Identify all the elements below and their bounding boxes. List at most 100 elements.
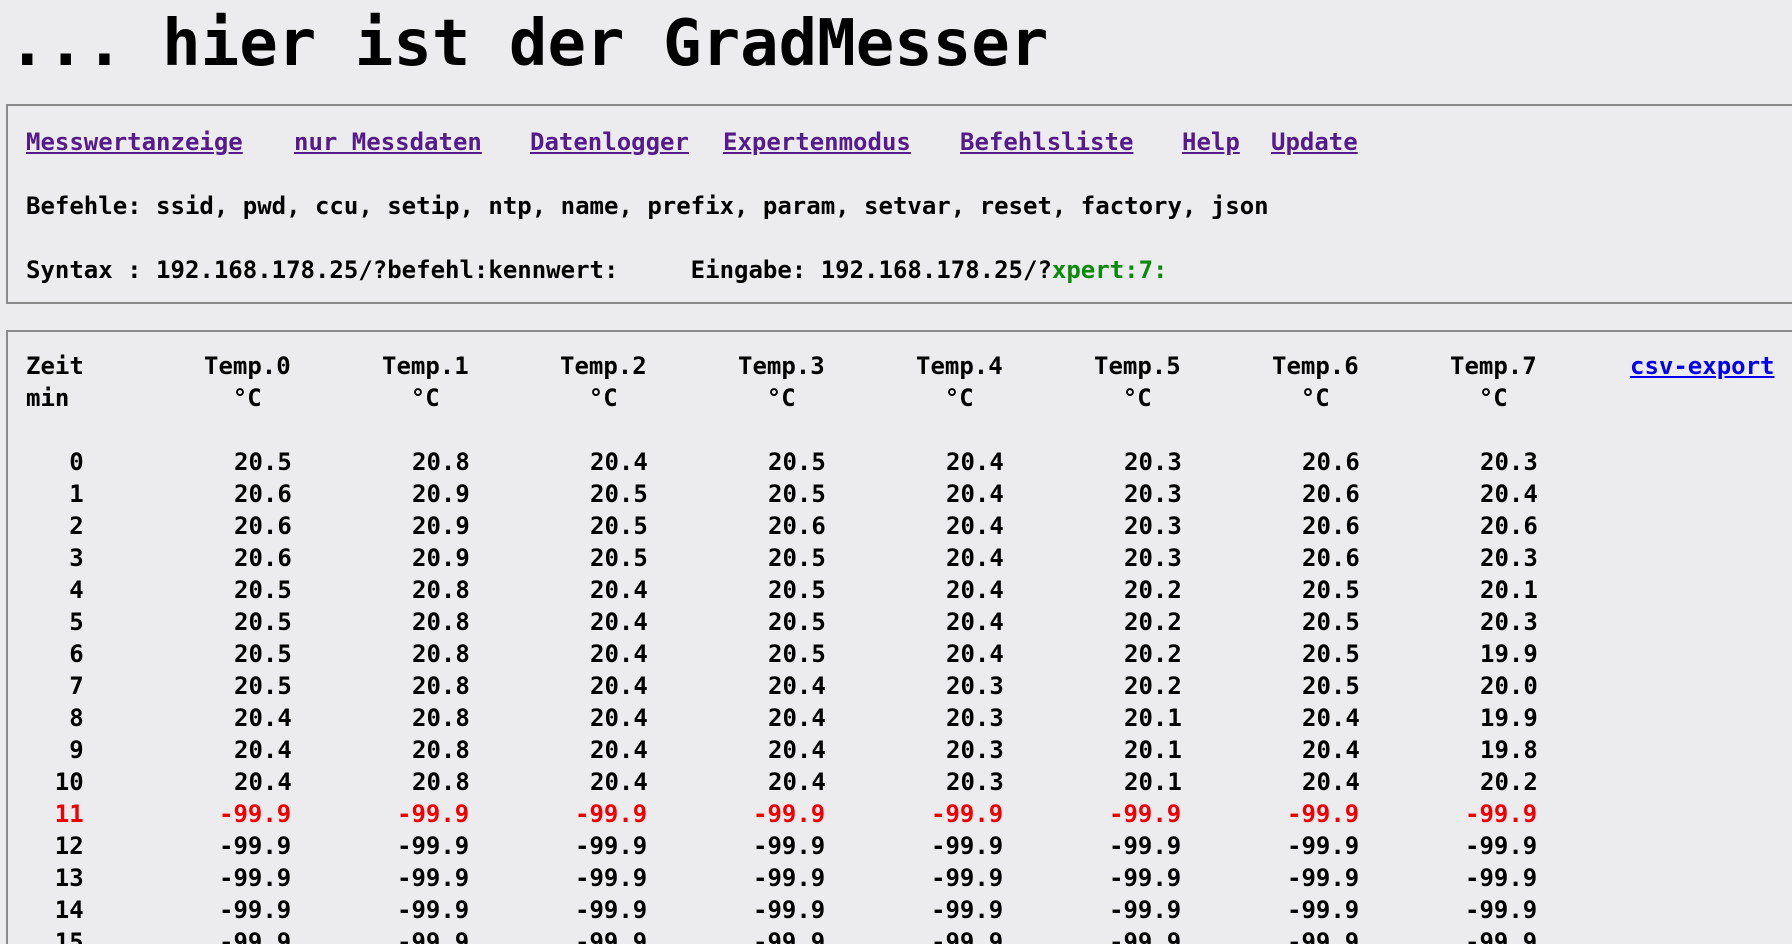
cell-temp-5: -99.9 xyxy=(1109,864,1182,892)
cell-temp-7: 19.9 xyxy=(1480,704,1538,732)
cell-temp-4: 20.3 xyxy=(946,736,1004,764)
cell-temp-2: 20.4 xyxy=(590,672,648,700)
cell-temp-2: -99.9 xyxy=(575,896,648,924)
cell-temp-7: -99.9 xyxy=(1465,832,1538,860)
cell-temp-7: 19.8 xyxy=(1480,736,1538,764)
cell-temp-1: -99.9 xyxy=(397,928,470,944)
cell-temp-4: -99.9 xyxy=(931,800,1004,828)
cell-temp-6: -99.9 xyxy=(1287,896,1360,924)
cell-zeit: 4 xyxy=(69,576,84,604)
cell-temp-6: 20.4 xyxy=(1302,736,1360,764)
cell-temp-0: -99.9 xyxy=(219,800,292,828)
cell-temp-7: -99.9 xyxy=(1465,928,1538,944)
cell-zeit: 5 xyxy=(69,608,84,636)
commands-line: Befehle: ssid, pwd, ccu, setip, ntp, nam… xyxy=(26,192,1269,220)
column-header-temp-7: Temp.7 xyxy=(1450,352,1537,380)
cell-temp-7: 20.3 xyxy=(1480,544,1538,572)
nav-link-help[interactable]: Help xyxy=(1182,126,1240,158)
cell-temp-1: 20.8 xyxy=(412,608,470,636)
column-header-zeit: Zeit xyxy=(26,352,84,380)
cell-temp-3: -99.9 xyxy=(753,864,826,892)
cell-temp-0: 20.5 xyxy=(234,672,292,700)
cell-temp-0: -99.9 xyxy=(219,896,292,924)
cell-temp-2: 20.5 xyxy=(590,512,648,540)
cell-temp-1: 20.8 xyxy=(412,448,470,476)
csv-export-link[interactable]: csv-export xyxy=(1630,350,1775,382)
command-panel: Messwertanzeige nur Messdaten Datenlogge… xyxy=(6,104,1792,304)
cell-temp-2: 20.4 xyxy=(590,768,648,796)
cell-temp-1: -99.9 xyxy=(397,864,470,892)
column-unit: °C xyxy=(588,384,618,412)
cell-temp-0: 20.5 xyxy=(234,640,292,668)
cell-zeit: 15 xyxy=(54,928,84,944)
cell-zeit: 11 xyxy=(54,800,84,828)
cell-temp-3: 20.5 xyxy=(768,640,826,668)
cell-temp-7: 20.0 xyxy=(1480,672,1538,700)
cell-temp-6: 20.6 xyxy=(1302,512,1360,540)
data-table: Zeit min Temp.0 °C Temp.1 °C Temp.2 °C Temp.3 °C T… xyxy=(6,330,1792,944)
cell-temp-5: 20.3 xyxy=(1124,544,1182,572)
cell-temp-4: -99.9 xyxy=(931,896,1004,924)
column-header-temp-0: Temp.0 xyxy=(204,352,291,380)
nav-link-update[interactable]: Update xyxy=(1271,126,1358,158)
cell-temp-5: -99.9 xyxy=(1109,928,1182,944)
cell-temp-3: 20.4 xyxy=(768,736,826,764)
cell-temp-0: 20.4 xyxy=(234,736,292,764)
cell-temp-4: 20.3 xyxy=(946,704,1004,732)
cell-zeit: 2 xyxy=(69,512,84,540)
column-header-temp-3: Temp.3 xyxy=(738,352,825,380)
cell-temp-5: 20.2 xyxy=(1124,608,1182,636)
cell-temp-4: 20.4 xyxy=(946,576,1004,604)
cell-zeit: 14 xyxy=(54,896,84,924)
cell-temp-4: 20.3 xyxy=(946,672,1004,700)
cell-temp-1: 20.8 xyxy=(412,768,470,796)
nav-link-datenlogger[interactable]: Datenlogger xyxy=(530,126,689,158)
cell-temp-4: 20.4 xyxy=(946,544,1004,572)
cell-temp-2: 20.4 xyxy=(590,640,648,668)
cell-temp-7: -99.9 xyxy=(1465,864,1538,892)
column-header-temp-5: Temp.5 xyxy=(1094,352,1181,380)
cell-zeit: 13 xyxy=(54,864,84,892)
cell-temp-7: 20.6 xyxy=(1480,512,1538,540)
cell-zeit: 10 xyxy=(54,768,84,796)
cell-temp-7: 20.4 xyxy=(1480,480,1538,508)
cell-temp-5: 20.2 xyxy=(1124,672,1182,700)
cell-temp-0: -99.9 xyxy=(219,864,292,892)
cell-zeit: 6 xyxy=(69,640,84,668)
cell-temp-2: -99.9 xyxy=(575,864,648,892)
cell-temp-5: 20.3 xyxy=(1124,480,1182,508)
cell-temp-6: -99.9 xyxy=(1287,800,1360,828)
cell-temp-6: 20.5 xyxy=(1302,640,1360,668)
cell-temp-3: 20.5 xyxy=(768,576,826,604)
cell-temp-5: 20.3 xyxy=(1124,448,1182,476)
cell-temp-2: 20.5 xyxy=(590,480,648,508)
cell-zeit: 7 xyxy=(69,672,84,700)
cell-temp-5: 20.2 xyxy=(1124,576,1182,604)
syntax-input-value: xpert:7: xyxy=(1051,256,1168,284)
cell-temp-1: 20.9 xyxy=(412,480,470,508)
cell-temp-1: 20.8 xyxy=(412,736,470,764)
column-unit: °C xyxy=(1300,384,1330,412)
cell-temp-6: 20.6 xyxy=(1302,544,1360,572)
cell-temp-3: 20.5 xyxy=(768,608,826,636)
nav-link-messwertanzeige[interactable]: Messwertanzeige xyxy=(26,126,243,158)
cell-temp-1: -99.9 xyxy=(397,832,470,860)
cell-temp-6: 20.6 xyxy=(1302,448,1360,476)
cell-temp-0: 20.5 xyxy=(234,576,292,604)
column-unit: °C xyxy=(1478,384,1508,412)
column-header-temp-1: Temp.1 xyxy=(382,352,469,380)
cell-temp-7: 20.3 xyxy=(1480,608,1538,636)
cell-temp-5: -99.9 xyxy=(1109,896,1182,924)
cell-temp-4: 20.4 xyxy=(946,608,1004,636)
column-unit: °C xyxy=(232,384,262,412)
cell-temp-6: -99.9 xyxy=(1287,864,1360,892)
syntax-line: Syntax : 192.168.178.25/?befehl:kennwert… xyxy=(26,254,1168,286)
cell-zeit: 12 xyxy=(54,832,84,860)
cell-temp-1: 20.8 xyxy=(412,576,470,604)
cell-temp-6: -99.9 xyxy=(1287,832,1360,860)
nav-link-befehlsliste[interactable]: Befehlsliste xyxy=(960,126,1133,158)
cell-temp-4: 20.4 xyxy=(946,640,1004,668)
nav-link-expertenmodus[interactable]: Expertenmodus xyxy=(723,126,911,158)
nav-link-nur-messdaten[interactable]: nur Messdaten xyxy=(294,126,482,158)
cell-temp-6: 20.5 xyxy=(1302,672,1360,700)
